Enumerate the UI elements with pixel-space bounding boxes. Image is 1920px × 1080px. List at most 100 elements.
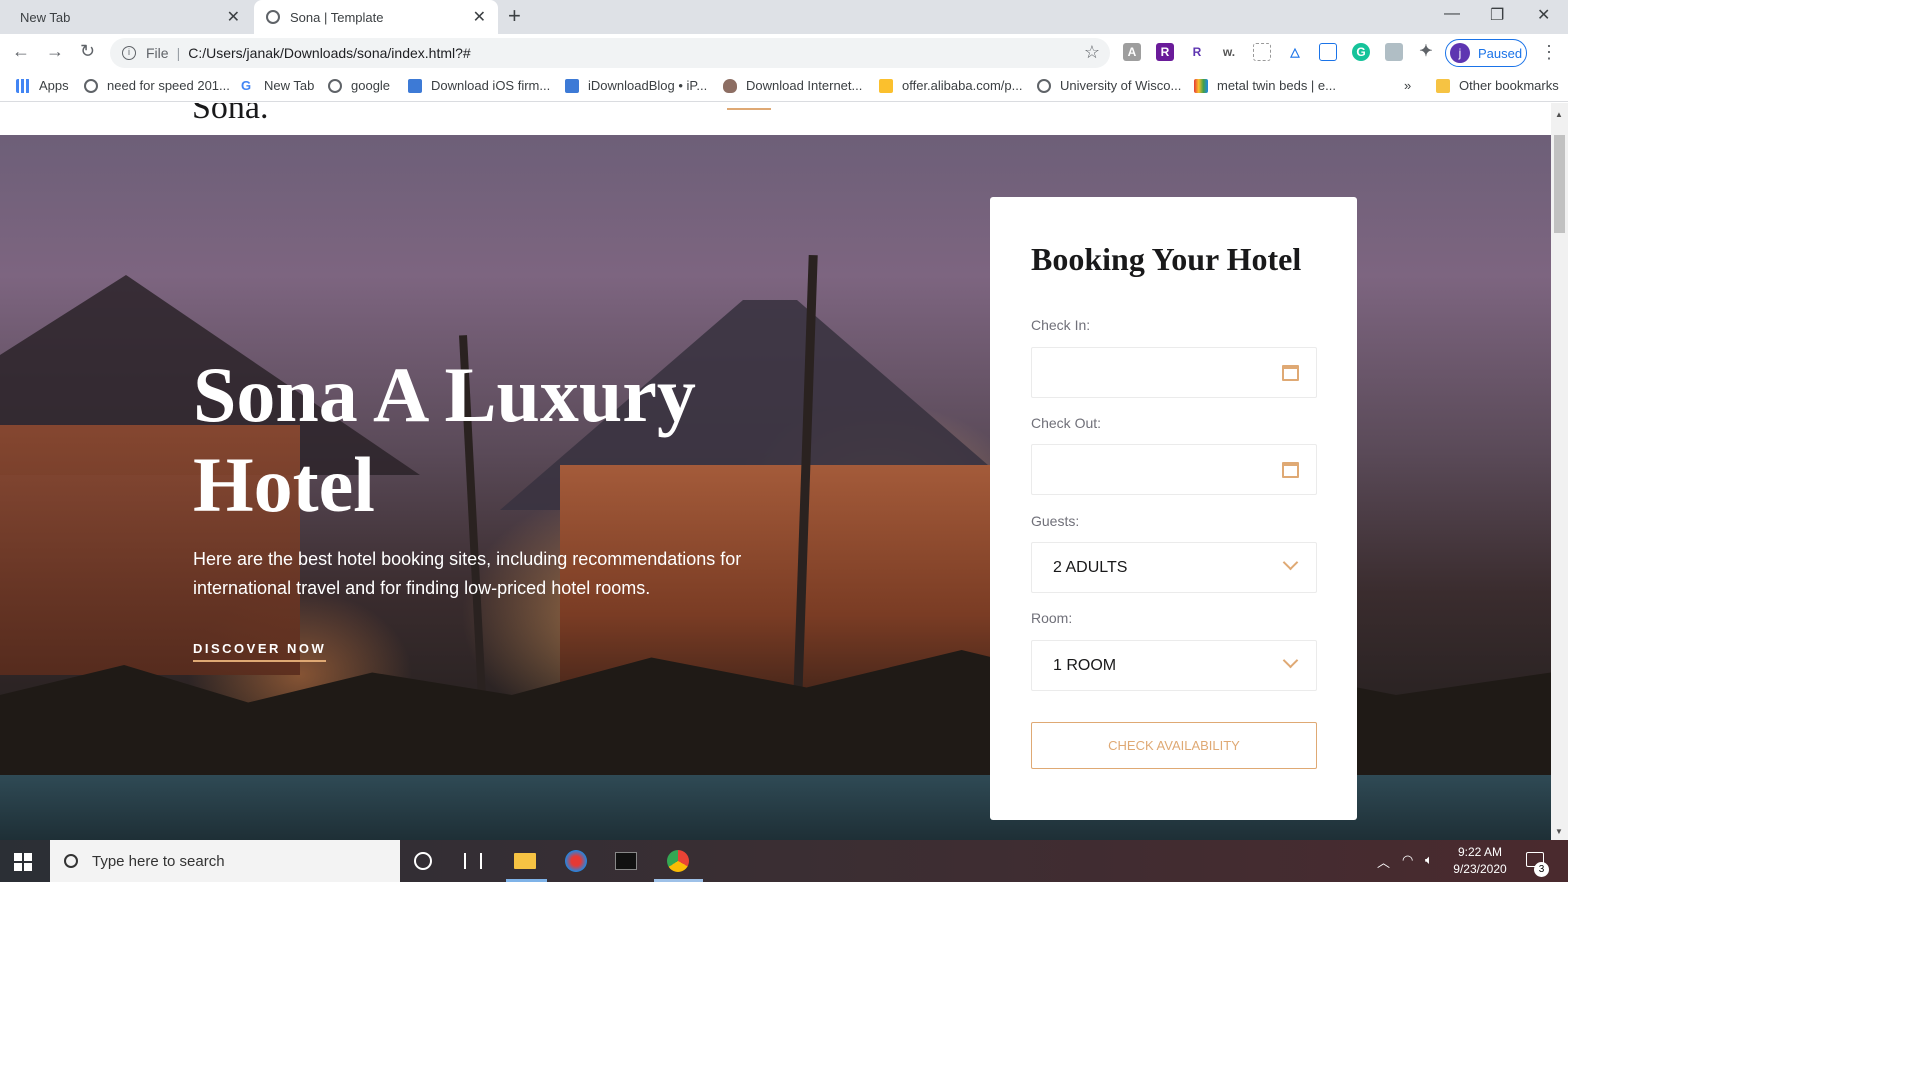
scroll-thumb[interactable]: [1554, 135, 1565, 233]
chevron-up-icon[interactable]: ︿: [1377, 852, 1390, 871]
reload-icon[interactable]: ↻: [80, 41, 95, 62]
chevron-down-icon: [1282, 652, 1299, 669]
calendar-icon[interactable]: [1282, 462, 1299, 478]
taskbar-search[interactable]: Type here to search: [50, 840, 400, 882]
system-clock[interactable]: 9:22 AM 9/23/2020: [1445, 844, 1515, 878]
window-close-button[interactable]: ✕: [1537, 5, 1550, 25]
bookmark-label: Other bookmarks: [1459, 78, 1559, 93]
shield-icon: [723, 78, 737, 93]
globe-icon: [84, 78, 98, 93]
bookmark-label: iDownloadBlog • iP...: [588, 78, 708, 93]
bookmark-item[interactable]: iDownloadBlog • iP...: [565, 78, 707, 93]
paint-icon[interactable]: [565, 850, 587, 872]
google-icon: G: [241, 77, 252, 93]
extension-icon[interactable]: R: [1188, 43, 1206, 61]
windows-start-icon[interactable]: [14, 853, 32, 871]
tab-sona-template[interactable]: Sona | Template ✕: [254, 0, 498, 34]
bag-icon: [1194, 78, 1208, 93]
extension-icon[interactable]: A: [1123, 43, 1141, 61]
bookmark-item[interactable]: need for speed 201...: [84, 78, 230, 93]
extension-icon[interactable]: [1253, 43, 1271, 61]
restore-button[interactable]: ❐: [1490, 5, 1504, 25]
room-value: 1 ROOM: [1053, 657, 1117, 674]
close-icon[interactable]: ✕: [227, 7, 240, 27]
search-icon: [64, 854, 78, 868]
apps-grid-icon: [16, 78, 30, 93]
bookmark-label: New Tab: [264, 78, 315, 93]
puzzle-icon[interactable]: ✦: [1417, 43, 1435, 61]
hero-section: Sona A Luxury Hotel Here are the best ho…: [0, 135, 1551, 840]
booking-title: Booking Your Hotel: [1031, 241, 1302, 277]
extension-icon[interactable]: △: [1286, 43, 1304, 61]
more-menu-icon[interactable]: ⋮: [1540, 42, 1558, 63]
bookmark-item[interactable]: metal twin beds | e...: [1194, 78, 1336, 93]
other-bookmarks[interactable]: Other bookmarks: [1436, 78, 1559, 93]
bookmark-apps[interactable]: Apps: [16, 78, 69, 93]
grammarly-icon[interactable]: G: [1352, 43, 1370, 61]
extension-icon[interactable]: [1385, 43, 1403, 61]
url-separator: |: [176, 45, 181, 61]
info-icon[interactable]: i: [122, 46, 136, 60]
bookmark-label: google: [351, 78, 391, 93]
extension-icon[interactable]: [1319, 43, 1337, 61]
active-app-indicator: [654, 879, 703, 882]
page-scrollbar[interactable]: ▲ ▼: [1551, 103, 1568, 840]
tab-new-tab[interactable]: New Tab ✕: [0, 0, 252, 34]
bookmark-label: Download Internet...: [746, 78, 863, 93]
hero-title: Sona A Luxury Hotel: [193, 351, 696, 528]
globe-icon: [1037, 78, 1051, 93]
extension-icon[interactable]: w.: [1220, 43, 1238, 61]
scroll-down-arrow-icon[interactable]: ▼: [1555, 827, 1563, 836]
check-availability-button[interactable]: CHECK AVAILABILITY: [1031, 722, 1317, 769]
guests-label: Guests:: [1031, 513, 1080, 529]
close-icon[interactable]: ✕: [473, 7, 486, 27]
active-app-indicator: [506, 879, 547, 882]
new-tab-button[interactable]: +: [508, 3, 521, 29]
check-in-label: Check In:: [1031, 317, 1091, 333]
bookmark-label: need for speed 201...: [107, 78, 230, 93]
terminal-icon[interactable]: [615, 852, 637, 870]
forward-arrow-icon[interactable]: →: [46, 41, 64, 62]
guests-select[interactable]: 2 ADULTS: [1031, 542, 1317, 593]
scroll-up-arrow-icon[interactable]: ▲: [1555, 110, 1563, 119]
profile-button[interactable]: j Paused: [1445, 39, 1527, 67]
clock-time: 9:22 AM: [1457, 845, 1503, 859]
extension-icon[interactable]: R: [1156, 43, 1174, 61]
bookmark-star-icon[interactable]: ☆: [1084, 42, 1100, 63]
page-viewport: Sona. Sona A Luxury Hotel Here are the b…: [0, 103, 1551, 840]
calendar-icon[interactable]: [1282, 365, 1299, 381]
bookmark-label: offer.alibaba.com/p...: [902, 78, 1023, 93]
idb-icon: [408, 78, 422, 93]
tab-title: New Tab: [20, 9, 71, 25]
discover-now-link[interactable]: DISCOVER NOW: [193, 641, 327, 662]
bookmark-item[interactable]: G New Tab: [241, 78, 314, 93]
site-logo[interactable]: Sona.: [192, 103, 269, 127]
cortana-icon[interactable]: [414, 852, 432, 870]
check-in-field[interactable]: [1031, 347, 1317, 398]
bookmark-item[interactable]: Download Internet...: [723, 78, 862, 93]
wifi-icon[interactable]: ◠: [1402, 852, 1413, 868]
task-view-icon[interactable]: [464, 853, 482, 869]
hero-description: Here are the best hotel booking sites, i…: [193, 549, 742, 598]
bookmark-item[interactable]: Download iOS firm...: [408, 78, 550, 93]
back-arrow-icon[interactable]: ←: [12, 41, 30, 62]
avatar: j: [1450, 43, 1470, 63]
check-out-field[interactable]: [1031, 444, 1317, 495]
bookmark-item[interactable]: University of Wisco...: [1037, 78, 1181, 93]
clock-date: 9/23/2020: [1453, 862, 1507, 876]
room-label: Room:: [1031, 610, 1073, 626]
bookmarks-overflow-button[interactable]: »: [1404, 78, 1411, 93]
minimize-button[interactable]: —: [1444, 5, 1460, 23]
room-select[interactable]: 1 ROOM: [1031, 640, 1317, 691]
volume-icon[interactable]: 🔈︎: [1425, 852, 1433, 868]
bookmark-item[interactable]: offer.alibaba.com/p...: [879, 78, 1022, 93]
file-explorer-icon[interactable]: [514, 853, 536, 869]
address-bar[interactable]: i File | C:/Users/janak/Downloads/sona/i…: [110, 38, 1110, 68]
check-out-label: Check Out:: [1031, 415, 1102, 431]
bookmark-item[interactable]: google: [328, 78, 390, 93]
chrome-icon[interactable]: [667, 850, 689, 872]
taskbar: Type here to search ︿ ◠ 🔈︎ 9:22 AM 9/23/…: [0, 840, 1568, 882]
chevron-down-icon: [1282, 554, 1299, 571]
globe-icon: [328, 78, 342, 93]
browser-toolbar: ← → ↻ i File | C:/Users/janak/Downloads/…: [0, 34, 1568, 72]
